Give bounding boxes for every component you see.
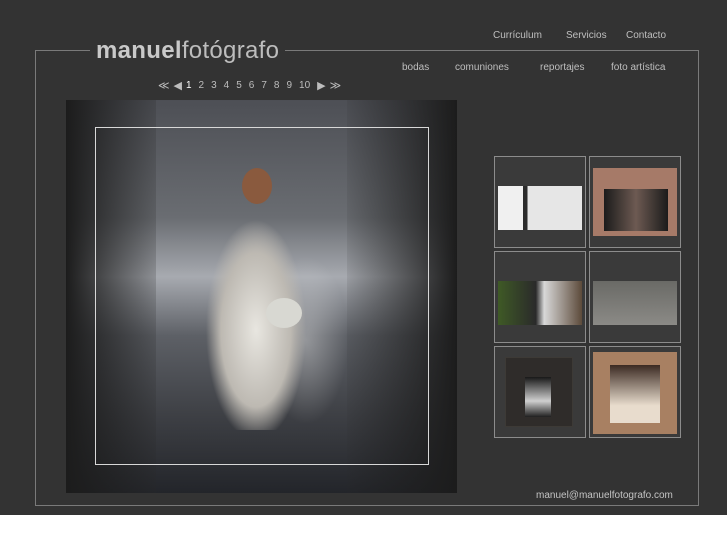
site-logo[interactable]: manuelfotógrafo [90, 34, 286, 68]
thumbnail-bride-sepia[interactable] [589, 346, 681, 438]
thumbnail-image-inner [610, 365, 660, 423]
thumbnail-image-inner [525, 377, 551, 417]
first-page-icon[interactable]: ≪ [158, 79, 170, 92]
page-number[interactable]: 9 [286, 80, 292, 91]
thumbnail-album-collage[interactable] [494, 156, 586, 248]
thumbnail-couple-garden[interactable] [494, 251, 586, 343]
page-number[interactable]: 1 [186, 80, 192, 91]
page-number[interactable]: 5 [236, 80, 242, 91]
thumbnail-image [498, 186, 582, 230]
page-number[interactable]: 3 [211, 80, 217, 91]
last-page-icon[interactable]: ≫ [330, 79, 342, 92]
photo-pager: ≪ ◀ 1 2 3 4 5 6 7 8 9 10 ▶ ≫ [158, 78, 345, 92]
photo-inner-frame [95, 127, 429, 465]
nav-contacto[interactable]: Contacto [626, 30, 666, 41]
thumbnail-image-inner [604, 189, 668, 231]
prev-page-icon[interactable]: ◀ [174, 79, 182, 92]
page-number[interactable]: 7 [261, 80, 267, 91]
contact-email[interactable]: manuel@manuelfotografo.com [536, 490, 673, 501]
page-number[interactable]: 2 [199, 80, 205, 91]
category-foto-artistica[interactable]: foto artística [611, 62, 665, 73]
page-number[interactable]: 4 [224, 80, 230, 91]
next-page-icon[interactable]: ▶ [317, 79, 325, 92]
nav-curriculum[interactable]: Currículum [493, 30, 542, 41]
thumbnail-couple-plaza[interactable] [589, 251, 681, 343]
nav-servicios[interactable]: Servicios [566, 30, 607, 41]
thumbnail-portrait-woman[interactable] [589, 156, 681, 248]
page-number[interactable]: 10 [299, 80, 310, 91]
page-number[interactable]: 8 [274, 80, 280, 91]
thumbnail-bride-bw-framed[interactable] [494, 346, 586, 438]
category-bodas[interactable]: bodas [402, 62, 429, 73]
logo-bold-text: manuel [96, 37, 182, 64]
category-comuniones[interactable]: comuniones [455, 62, 509, 73]
thumbnail-image [498, 281, 582, 325]
thumbnail-image [593, 281, 677, 325]
page: manuelfotógrafo Currículum Servicios Con… [0, 0, 727, 515]
page-number[interactable]: 6 [249, 80, 255, 91]
category-reportajes[interactable]: reportajes [540, 62, 584, 73]
logo-light-text: fotógrafo [181, 37, 280, 64]
